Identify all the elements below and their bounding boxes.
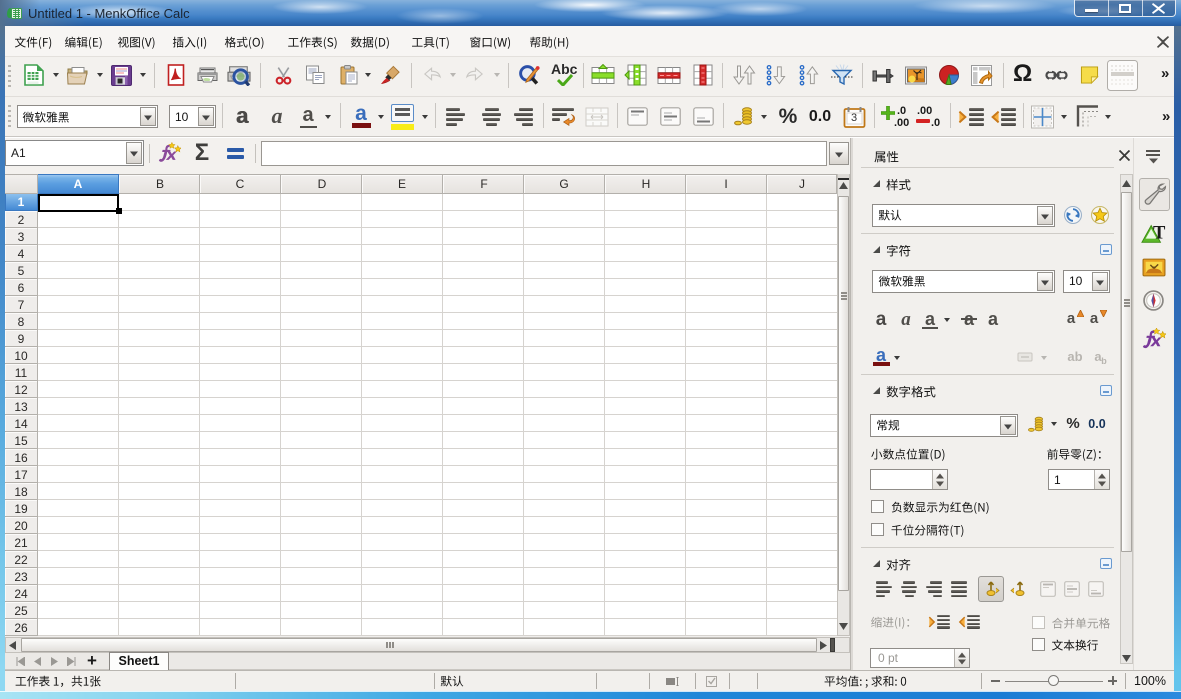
svg-text:T: T	[1153, 224, 1166, 244]
